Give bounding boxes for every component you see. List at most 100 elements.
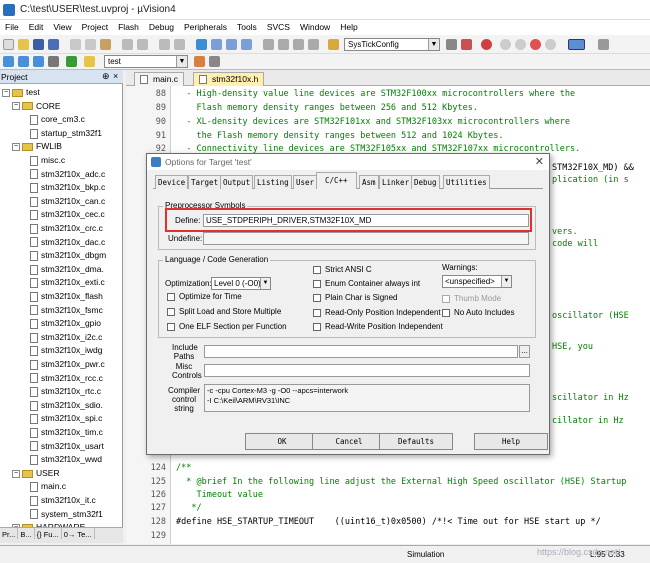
menu-debug[interactable]: Debug [144, 20, 179, 32]
no-auto-includes-checkbox[interactable]: No Auto Includes [442, 308, 514, 317]
tree-file[interactable]: stm32f10x_tim.c [30, 427, 103, 441]
comment-icon[interactable] [293, 39, 304, 50]
download-icon[interactable] [66, 56, 77, 67]
one-elf-checkbox[interactable]: One ELF Section per Function [167, 322, 287, 331]
function-combo[interactable]: SysTickConfig ▼ [344, 38, 440, 51]
tab-target[interactable]: Target [188, 175, 222, 189]
tab-debug[interactable]: Debug [411, 175, 440, 189]
tree-file[interactable]: stm32f10x_fsmc [30, 305, 103, 319]
enum-container-checkbox[interactable]: Enum Container always int [313, 279, 420, 288]
collapse-icon[interactable]: − [12, 143, 20, 152]
tree-folder[interactable]: − FWLIB [12, 141, 62, 155]
menu-tools[interactable]: Tools [232, 20, 262, 32]
include-paths-input[interactable] [204, 345, 518, 358]
tab-project[interactable]: Pr... [0, 528, 19, 539]
clear-bookmarks-icon[interactable] [241, 39, 252, 50]
rebuild-icon[interactable] [33, 56, 44, 67]
redo-icon[interactable] [137, 39, 148, 50]
close-icon[interactable]: × [113, 71, 118, 81]
save-all-icon[interactable] [48, 39, 59, 50]
start-debug-icon[interactable] [481, 39, 492, 50]
menu-svcs[interactable]: SVCS [262, 20, 295, 32]
find-in-files-icon[interactable] [328, 39, 339, 50]
tree-file[interactable]: stm32f10x_dma. [30, 264, 104, 278]
help-button[interactable]: Help [474, 433, 548, 450]
manage-components-icon[interactable] [209, 56, 220, 67]
menu-file[interactable]: File [0, 20, 24, 32]
tree-file[interactable]: stm32f10x_can.c [30, 196, 105, 210]
tab-c-cpp[interactable]: C/C++ [316, 172, 357, 189]
tree-file[interactable]: startup_stm32f1 [30, 128, 102, 142]
disable-breakpoints-icon[interactable] [545, 39, 556, 50]
tab-output[interactable]: Output [220, 175, 254, 189]
tree-file[interactable]: stm32f10x_adc.c [30, 169, 105, 183]
tree-file[interactable]: stm32f10x_dbgm [30, 250, 106, 264]
tree-file[interactable]: system_stm32f1 [30, 509, 103, 523]
warnings-select[interactable]: <unspecified> ▼ [442, 275, 512, 288]
undefine-input[interactable] [203, 232, 529, 245]
tree-file[interactable]: core_cm3.c [30, 114, 85, 128]
tree-file[interactable]: stm32f10x_rtc.c [30, 386, 101, 400]
menu-edit[interactable]: Edit [24, 20, 49, 32]
tree-file[interactable]: stm32f10x_flash [30, 291, 103, 305]
tree-file[interactable]: stm32f10x_gpio [30, 318, 101, 332]
window-layout-icon[interactable] [568, 39, 585, 50]
menu-view[interactable]: View [48, 20, 76, 32]
tab-books[interactable]: B... [18, 528, 35, 539]
tree-folder[interactable]: − CORE [12, 101, 61, 115]
indent-icon[interactable] [263, 39, 274, 50]
menu-project[interactable]: Project [77, 20, 113, 32]
tree-file[interactable]: stm32f10x_wwd [30, 454, 102, 468]
configure-icon[interactable] [598, 39, 609, 50]
tab-user[interactable]: User [293, 175, 318, 189]
bookmark-icon[interactable] [196, 39, 207, 50]
unindent-icon[interactable] [278, 39, 289, 50]
tree-file[interactable]: stm32f10x_bkp.c [30, 182, 105, 196]
tree-file[interactable]: stm32f10x_it.c [30, 495, 96, 509]
tree-file[interactable]: misc.c [30, 155, 65, 169]
tab-templates[interactable]: 0→ Te... [62, 528, 95, 539]
split-load-checkbox[interactable]: Split Load and Store Multiple [167, 307, 281, 316]
close-icon[interactable]: ✕ [535, 155, 544, 168]
tab-main-c[interactable]: main.c [134, 72, 185, 86]
target-options-icon[interactable] [194, 56, 205, 67]
uncomment-icon[interactable] [308, 39, 319, 50]
tree-file[interactable]: main.c [30, 481, 66, 495]
undo-icon[interactable] [122, 39, 133, 50]
kill-breakpoints-icon[interactable] [530, 39, 541, 50]
tree-file[interactable]: stm32f10x_cec.c [30, 209, 105, 223]
nav-forward-icon[interactable] [174, 39, 185, 50]
defaults-button[interactable]: Defaults [379, 433, 453, 450]
cut-icon[interactable] [70, 39, 81, 50]
prev-bookmark-icon[interactable] [211, 39, 222, 50]
debug-session-icon[interactable] [461, 39, 472, 50]
misc-controls-input[interactable] [204, 364, 530, 377]
tree-folder[interactable]: − USER [12, 468, 60, 482]
tree-file[interactable]: stm32f10x_spi.c [30, 413, 102, 427]
pin-icon[interactable]: ⊕ [102, 71, 110, 82]
ok-button[interactable]: OK [245, 433, 319, 450]
tree-file[interactable]: stm32f10x_sdio. [30, 400, 103, 414]
optimization-select[interactable]: Level 0 (-O0) ▼ [211, 277, 271, 290]
tab-device[interactable]: Device [155, 175, 189, 189]
breakpoint-icon[interactable] [500, 39, 511, 50]
paste-icon[interactable] [100, 39, 111, 50]
strict-ansi-checkbox[interactable]: Strict ANSI C [313, 265, 372, 274]
tree-file[interactable]: stm32f10x_rcc.c [30, 373, 103, 387]
ro-pi-checkbox[interactable]: Read-Only Position Independent [313, 308, 441, 317]
collapse-icon[interactable]: − [12, 469, 20, 478]
tree-file[interactable]: stm32f10x_iwdg [30, 345, 102, 359]
build-icon[interactable] [18, 56, 29, 67]
tree-file[interactable]: stm32f10x_crc.c [30, 223, 103, 237]
new-file-icon[interactable] [3, 39, 14, 50]
tab-linker[interactable]: Linker [379, 175, 413, 189]
rw-pi-checkbox[interactable]: Read-Write Position Independent [313, 322, 443, 331]
save-icon[interactable] [33, 39, 44, 50]
menu-help[interactable]: Help [335, 20, 362, 32]
target-combo[interactable]: test ▼ [104, 55, 188, 68]
tree-file[interactable]: stm32f10x_usart [30, 441, 104, 455]
next-bookmark-icon[interactable] [226, 39, 237, 50]
tab-utilities[interactable]: Utilities [443, 175, 490, 189]
collapse-icon[interactable]: − [2, 88, 10, 97]
find-icon[interactable] [446, 39, 457, 50]
